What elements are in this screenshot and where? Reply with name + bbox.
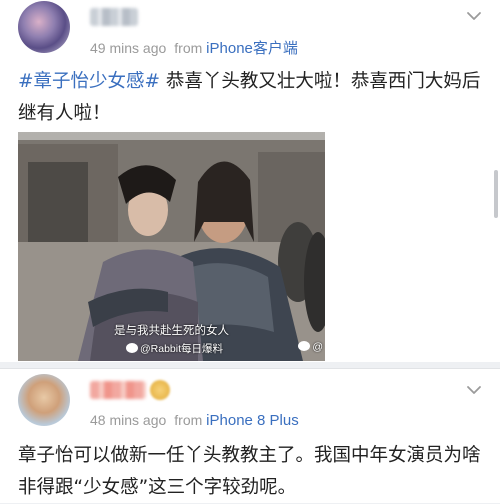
avatar[interactable] bbox=[18, 374, 70, 426]
post-time: 48 mins ago bbox=[90, 412, 167, 428]
post-time: 49 mins ago bbox=[90, 40, 167, 56]
weibo-icon bbox=[298, 341, 311, 351]
post-image[interactable]: 是与我共赴生死的女人 @Rabbit每日爆料 @ bbox=[18, 132, 325, 361]
post-card: 49 mins ago from iPhone客户端 #章子怡少女感# 恭喜丫头教… bbox=[0, 0, 500, 362]
post-source[interactable]: iPhone 8 Plus bbox=[206, 412, 299, 429]
username-blurred[interactable] bbox=[90, 381, 146, 399]
watermark-text-secondary: @ bbox=[312, 341, 323, 353]
weibo-icon bbox=[126, 343, 138, 353]
image-watermark-secondary: @ bbox=[298, 341, 323, 353]
chevron-down-icon[interactable] bbox=[464, 380, 484, 400]
image-caption: 是与我共赴生死的女人 bbox=[114, 323, 229, 337]
user-badge-icon bbox=[150, 380, 170, 400]
avatar[interactable] bbox=[18, 1, 70, 53]
post-text: 章子怡可以做新一任丫头教教主了。我国中年女演员为啥非得跟“少女感”这三个字较劲呢… bbox=[18, 445, 481, 498]
chevron-down-icon[interactable] bbox=[464, 6, 484, 26]
image-watermark: @Rabbit每日爆料 bbox=[126, 341, 223, 356]
post-source[interactable]: iPhone客户端 bbox=[206, 40, 298, 57]
post-meta: 48 mins ago from iPhone 8 Plus bbox=[90, 412, 299, 429]
watermark-text: @Rabbit每日爆料 bbox=[140, 343, 224, 355]
post-text: #章子怡少女感# 恭喜丫头教又壮大啦！恭喜西门大妈后继有人啦！ bbox=[18, 66, 484, 130]
post-meta: 49 mins ago from iPhone客户端 bbox=[90, 37, 298, 58]
from-label: from bbox=[174, 412, 203, 428]
scrollbar[interactable] bbox=[494, 170, 498, 218]
username-blurred[interactable] bbox=[90, 8, 138, 26]
hashtag-link[interactable]: #章子怡少女感# bbox=[18, 71, 160, 92]
from-label: from bbox=[174, 40, 203, 56]
